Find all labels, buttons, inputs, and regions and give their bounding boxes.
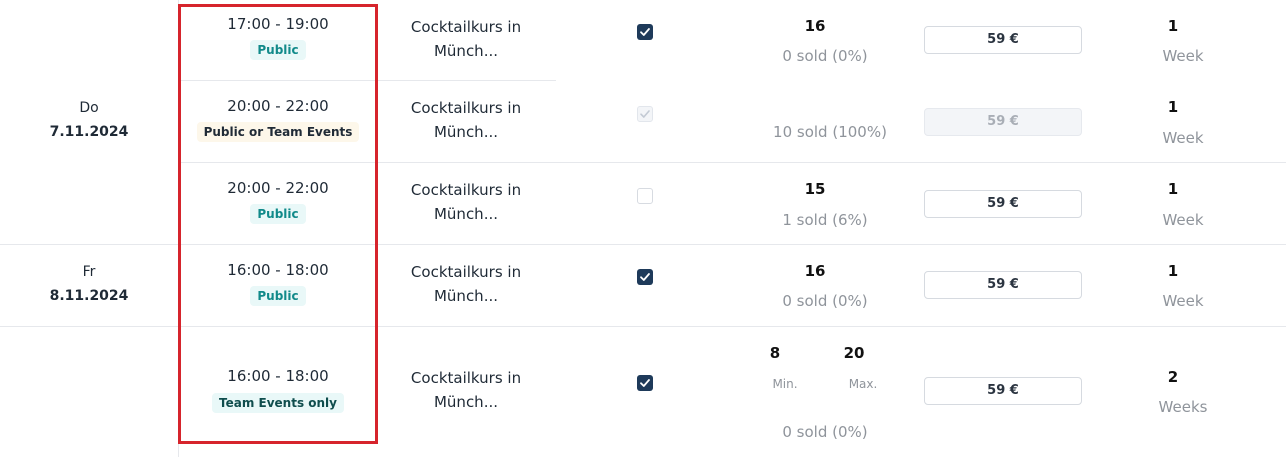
- time-range: 16:00 - 18:00: [227, 367, 329, 385]
- price-input[interactable]: 59 €: [924, 377, 1082, 405]
- course-name-link[interactable]: Cocktailkurs in Münch...: [390, 178, 542, 226]
- row-divider: [178, 80, 556, 81]
- course-name-line: Cocktailkurs in: [410, 263, 522, 281]
- duration-value: 1: [1167, 17, 1179, 35]
- price-input[interactable]: 59 €: [924, 26, 1082, 54]
- sold-count: 10 sold (100%): [773, 123, 887, 141]
- date-cell: Fr 8.11.2024: [0, 260, 178, 308]
- sold-count: 0 sold (0%): [782, 47, 868, 65]
- time-range: 20:00 - 22:00: [227, 97, 329, 115]
- check-icon: [640, 110, 650, 118]
- check-icon: [640, 379, 650, 387]
- time-range: 20:00 - 22:00: [227, 179, 329, 197]
- sold-count: 0 sold (0%): [782, 292, 868, 310]
- event-type-badge: Public: [250, 286, 306, 306]
- time-range: 17:00 - 19:00: [227, 15, 329, 33]
- course-name-link[interactable]: Cocktailkurs in Münch...: [390, 366, 542, 414]
- sold-count: 1 sold (6%): [782, 211, 868, 229]
- column-divider: [178, 0, 179, 457]
- capacity-value: 16: [804, 262, 826, 280]
- course-name-link[interactable]: Cocktailkurs in Münch...: [390, 15, 542, 63]
- publish-checkbox[interactable]: [637, 188, 653, 204]
- row-divider: [0, 244, 1286, 245]
- duration-unit: Week: [1162, 47, 1204, 65]
- course-name-line: Cocktailkurs in: [410, 369, 522, 387]
- publish-checkbox[interactable]: [637, 106, 653, 122]
- course-name-line: Cocktailkurs in: [410, 18, 522, 36]
- event-type-badge: Team Events only: [212, 393, 344, 413]
- min-label: Min.: [772, 377, 798, 391]
- price-input[interactable]: 59 €: [924, 190, 1082, 218]
- event-type-badge: Public: [250, 204, 306, 224]
- check-icon: [640, 28, 650, 36]
- max-capacity-value: 20: [843, 344, 865, 362]
- course-name-link[interactable]: Cocktailkurs in Münch...: [390, 260, 542, 308]
- max-label: Max.: [848, 377, 878, 391]
- course-name-line: Münch...: [433, 393, 498, 411]
- course-name-line: Münch...: [433, 123, 498, 141]
- capacity-value: 15: [804, 180, 826, 198]
- tag-wrapper: Team Events only: [180, 392, 376, 413]
- course-name-line: Münch...: [433, 205, 498, 223]
- publish-checkbox[interactable]: [637, 24, 653, 40]
- publish-checkbox[interactable]: [637, 375, 653, 391]
- check-icon: [640, 273, 650, 281]
- weekday: Fr: [82, 264, 96, 280]
- sold-count: 0 sold (0%): [782, 423, 868, 441]
- time-range: 16:00 - 18:00: [227, 261, 329, 279]
- course-name-line: Cocktailkurs in: [410, 99, 522, 117]
- duration-value: 1: [1167, 262, 1179, 280]
- price-input[interactable]: 59 €: [924, 108, 1082, 136]
- date: 7.11.2024: [49, 124, 129, 140]
- course-name-line: Cocktailkurs in: [410, 181, 522, 199]
- duration-unit: Weeks: [1158, 398, 1208, 416]
- duration-value: 2: [1167, 368, 1179, 386]
- event-type-badge: Public or Team Events: [196, 122, 360, 142]
- row-divider: [0, 326, 1286, 327]
- tag-wrapper: Public or Team Events: [180, 121, 376, 142]
- date-cell: Do 7.11.2024: [0, 96, 178, 144]
- duration-value: 1: [1167, 98, 1179, 116]
- publish-checkbox[interactable]: [637, 269, 653, 285]
- price-input[interactable]: 59 €: [924, 271, 1082, 299]
- duration-unit: Week: [1162, 129, 1204, 147]
- duration-value: 1: [1167, 180, 1179, 198]
- capacity-value: 16: [804, 17, 826, 35]
- event-type-badge: Public: [250, 40, 306, 60]
- duration-unit: Week: [1162, 292, 1204, 310]
- row-divider: [178, 162, 1286, 163]
- course-name-line: Münch...: [433, 42, 498, 60]
- course-name-link[interactable]: Cocktailkurs in Münch...: [390, 96, 542, 144]
- tag-wrapper: Public: [180, 39, 376, 60]
- tag-wrapper: Public: [180, 203, 376, 224]
- course-name-line: Münch...: [433, 287, 498, 305]
- weekday: Do: [79, 100, 99, 116]
- min-capacity-value: 8: [769, 344, 781, 362]
- date: 8.11.2024: [49, 288, 129, 304]
- tag-wrapper: Public: [180, 285, 376, 306]
- duration-unit: Week: [1162, 211, 1204, 229]
